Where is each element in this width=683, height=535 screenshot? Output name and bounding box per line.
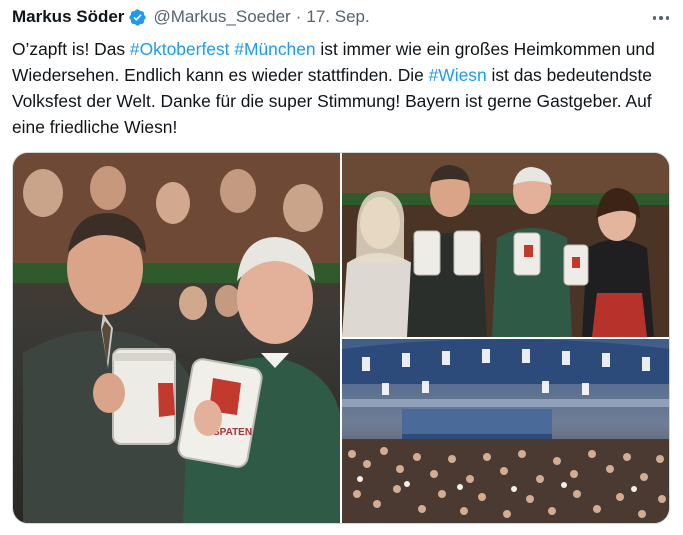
tweet[interactable]: Markus Söder @Markus_Soeder · 17. Sep. O…	[0, 0, 683, 535]
hashtag-link[interactable]: #Wiesn	[429, 65, 487, 85]
verified-badge-icon	[128, 8, 147, 27]
tweet-text: O’zapft is! Das #Oktoberfest #München is…	[12, 36, 662, 140]
photo-two-men-toasting[interactable]: SPATEN	[13, 153, 340, 523]
separator-dot: ·	[295, 7, 302, 26]
tweet-header: Markus Söder @Markus_Soeder · 17. Sep.	[12, 6, 671, 28]
photo-group-toasting[interactable]	[342, 153, 669, 337]
author-handle[interactable]: @Markus_Soeder	[153, 7, 290, 27]
media-grid: SPATEN	[12, 152, 670, 524]
more-options-icon[interactable]	[647, 8, 675, 28]
author-name[interactable]: Markus Söder	[12, 7, 124, 27]
hashtag-link[interactable]: #Oktoberfest	[130, 39, 230, 59]
hashtag-link[interactable]: #München	[234, 39, 315, 59]
tweet-date[interactable]: 17. Sep.	[306, 7, 369, 27]
tweet-text-segment: O’zapft is! Das	[12, 39, 130, 59]
photo-beer-tent-crowd[interactable]	[342, 339, 669, 523]
